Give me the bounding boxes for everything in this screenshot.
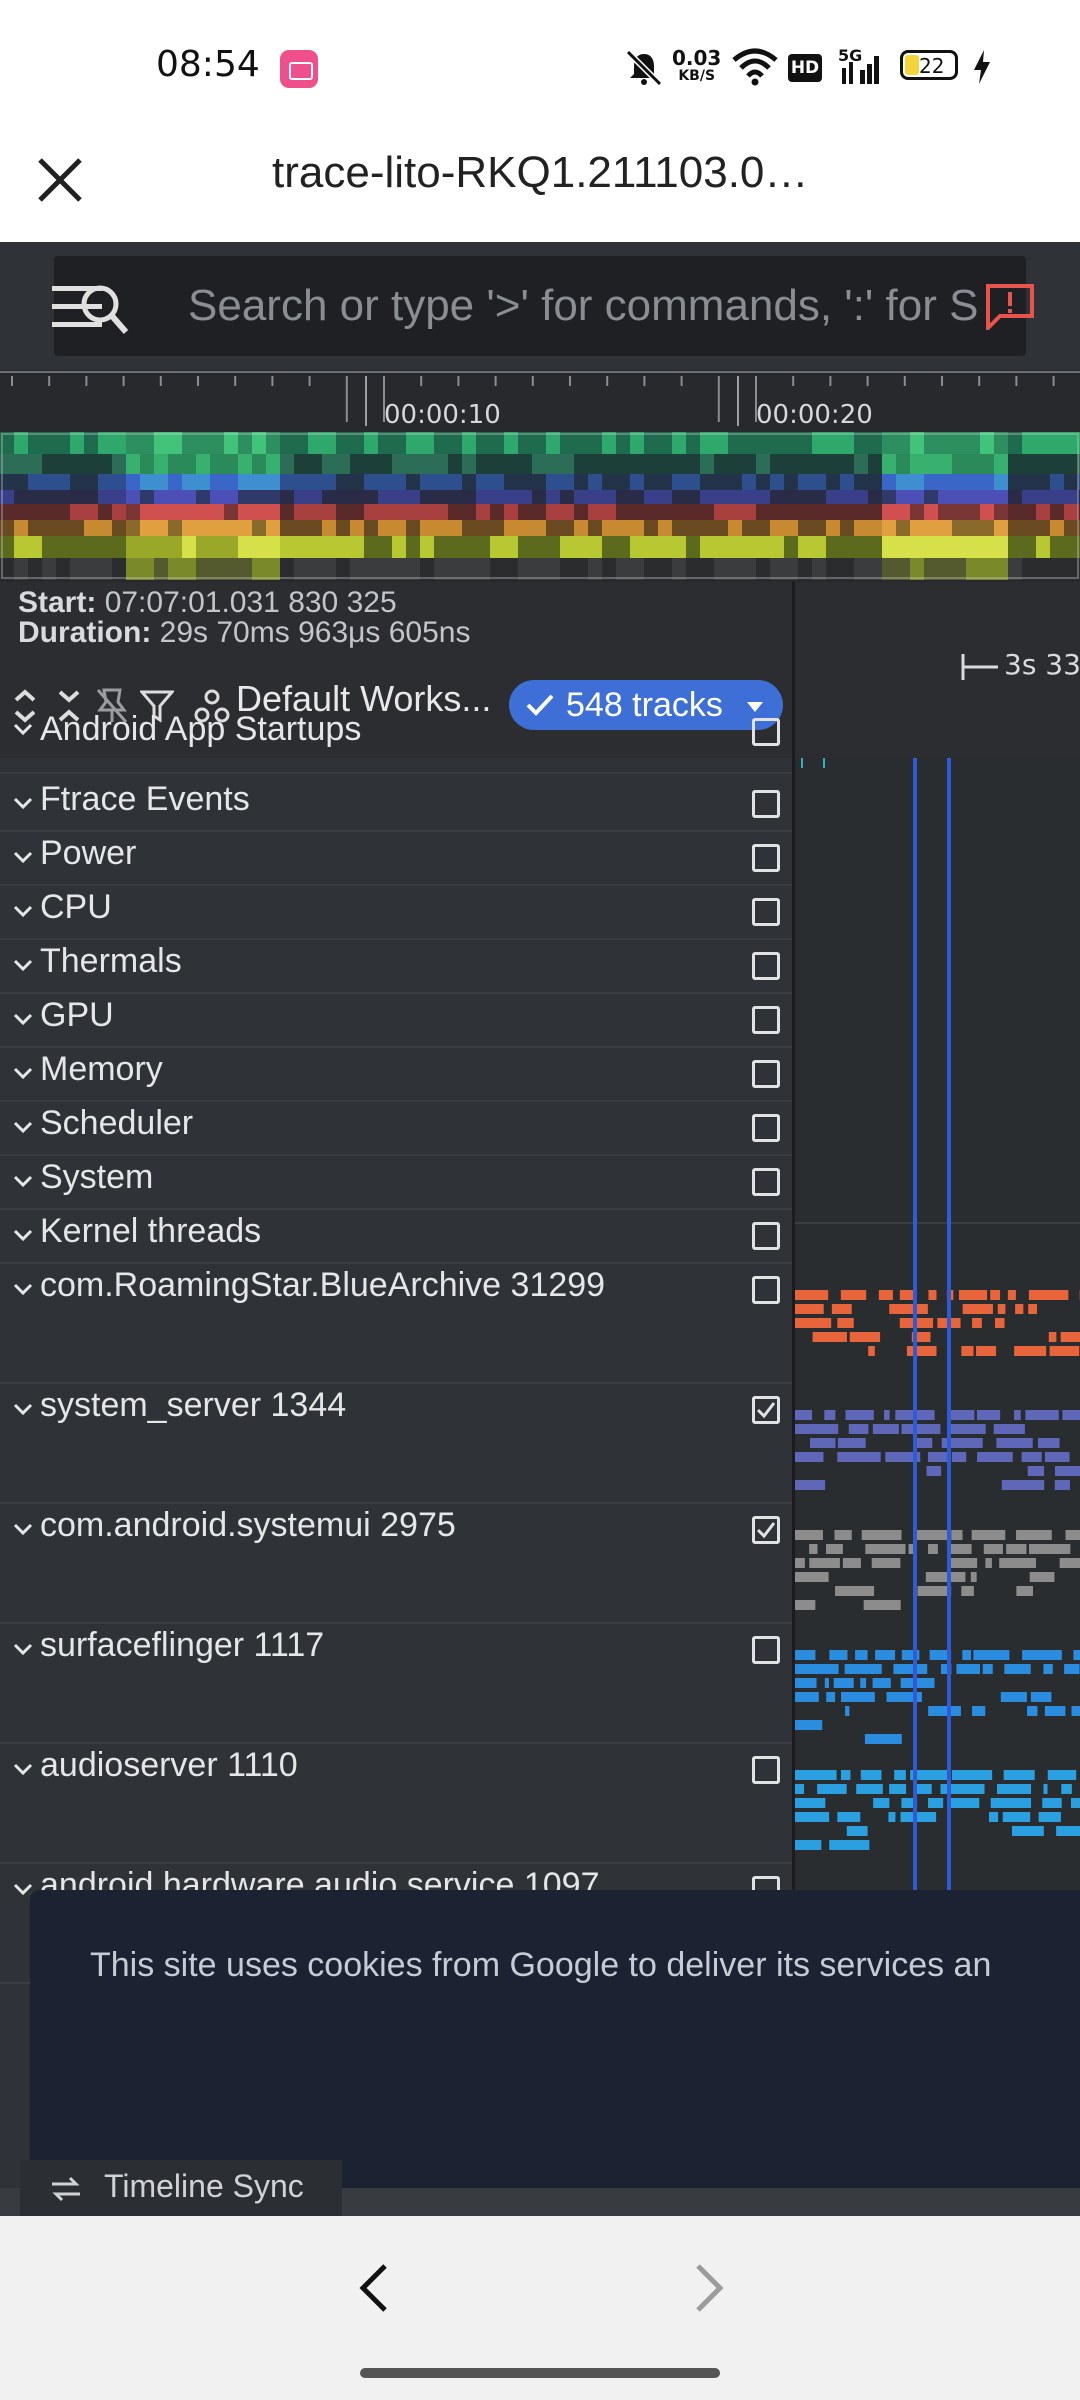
- time-scale-label: 3s 338: [1004, 648, 1080, 681]
- track-checkbox[interactable]: [752, 1396, 780, 1424]
- track-label: Thermals: [40, 942, 182, 980]
- cookie-banner: [30, 1890, 1080, 2188]
- track-row[interactable]: Android App Startups: [0, 710, 792, 774]
- forward-arrow-icon[interactable]: [678, 2258, 738, 2318]
- track-row[interactable]: Kernel threads: [0, 1208, 792, 1264]
- signal-icon: [842, 56, 879, 84]
- check-icon: [526, 694, 554, 716]
- track-checkbox[interactable]: [752, 1006, 780, 1034]
- timeline-sync-tab[interactable]: Timeline Sync: [20, 2160, 342, 2216]
- tick-label: 00:00:10: [384, 400, 501, 430]
- chevron-down-icon[interactable]: [12, 1758, 34, 1780]
- chevron-down-icon[interactable]: [12, 900, 34, 922]
- track-checkbox[interactable]: [752, 1114, 780, 1142]
- track-checkbox[interactable]: [752, 1516, 780, 1544]
- page-title: trace-lito-RKQ1.211103.0…: [272, 148, 809, 197]
- chevron-down-icon[interactable]: [12, 1398, 34, 1420]
- chevron-down-icon[interactable]: [12, 1116, 34, 1138]
- track-row[interactable]: System: [0, 1154, 792, 1210]
- feedback-alert-icon[interactable]: [984, 282, 1036, 330]
- cookie-text: This site uses cookies from Google to de…: [90, 1946, 992, 1984]
- status-time: 08:54: [156, 44, 260, 85]
- chevron-down-icon[interactable]: [12, 954, 34, 976]
- track-label: Scheduler: [40, 1104, 194, 1142]
- chevron-down-icon[interactable]: [12, 1170, 34, 1192]
- chevron-down-icon[interactable]: [12, 1278, 34, 1300]
- track-checkbox[interactable]: [752, 718, 780, 746]
- track-row[interactable]: GPU: [0, 992, 792, 1048]
- scale-bracket-icon: [961, 654, 998, 680]
- track-checkbox[interactable]: [752, 898, 780, 926]
- track-checkbox[interactable]: [752, 1276, 780, 1304]
- track-label: surfaceflinger 1117: [40, 1626, 325, 1664]
- cpu-overview-heatmap: [0, 432, 1080, 580]
- chevron-down-icon[interactable]: [12, 718, 34, 740]
- track-label: Android App Startups: [40, 710, 362, 748]
- track-row[interactable]: CPU: [0, 884, 792, 940]
- track-checkbox[interactable]: [752, 844, 780, 872]
- track-label: com.android.systemui 2975: [40, 1506, 456, 1544]
- search-input[interactable]: Search or type '>' for commands, ':' for…: [188, 256, 988, 356]
- track-row[interactable]: Power: [0, 830, 792, 886]
- home-indicator[interactable]: [360, 2368, 720, 2378]
- track-row[interactable]: Thermals: [0, 938, 792, 994]
- chevron-down-icon[interactable]: [12, 792, 34, 814]
- track-checkbox[interactable]: [752, 1222, 780, 1250]
- track-label: System: [40, 1158, 154, 1196]
- back-arrow-icon[interactable]: [345, 2258, 405, 2318]
- track-checkbox[interactable]: [752, 1060, 780, 1088]
- track-label: audioserver 1110: [40, 1746, 298, 1784]
- track-label: CPU: [40, 888, 112, 926]
- track-label: Kernel threads: [40, 1212, 262, 1250]
- track-label: Ftrace Events: [40, 780, 250, 818]
- charging-icon: [974, 50, 990, 84]
- track-row[interactable]: audioserver 1110: [0, 1742, 792, 1864]
- chevron-down-icon[interactable]: [12, 1518, 34, 1540]
- track-label: GPU: [40, 996, 114, 1034]
- track-label: Memory: [40, 1050, 163, 1088]
- sync-icon: [52, 2176, 80, 2202]
- hd-icon: HD: [788, 54, 822, 82]
- track-checkbox[interactable]: [752, 1168, 780, 1196]
- track-label: system_server 1344: [40, 1386, 347, 1424]
- battery-icon: 22: [900, 50, 958, 80]
- start-time: Start: 07:07:01.031 830 325: [18, 586, 397, 619]
- chevron-down-icon[interactable]: [12, 1008, 34, 1030]
- track-row[interactable]: Scheduler: [0, 1100, 792, 1156]
- track-row[interactable]: com.android.systemui 2975: [0, 1502, 792, 1624]
- track-row[interactable]: surfaceflinger 1117: [0, 1622, 792, 1744]
- track-label: com.RoamingStar.BlueArchive 31299: [40, 1266, 606, 1304]
- dropdown-arrow-icon: [747, 702, 763, 712]
- chevron-down-icon[interactable]: [12, 1062, 34, 1084]
- mute-bell-icon: [625, 49, 663, 87]
- track-label: Power: [40, 834, 137, 872]
- track-row[interactable]: Memory: [0, 1046, 792, 1102]
- track-row[interactable]: Ftrace Events: [0, 776, 792, 832]
- duration: Duration: 29s 70ms 963μs 605ns: [18, 616, 471, 649]
- hamburger-menu-icon[interactable]: [50, 280, 130, 336]
- track-row[interactable]: com.RoamingStar.BlueArchive 31299: [0, 1262, 792, 1384]
- tick-label: 00:00:20: [756, 400, 873, 430]
- close-icon[interactable]: [30, 150, 90, 210]
- track-checkbox[interactable]: [752, 952, 780, 980]
- net-speed: 0.03 KB/S: [672, 46, 722, 84]
- track-checkbox[interactable]: [752, 790, 780, 818]
- chevron-down-icon[interactable]: [12, 1224, 34, 1246]
- chevron-down-icon[interactable]: [12, 846, 34, 868]
- track-checkbox[interactable]: [752, 1756, 780, 1784]
- track-checkbox[interactable]: [752, 1636, 780, 1664]
- time-ruler: [0, 371, 1080, 426]
- app-notification-icon: [280, 50, 318, 88]
- wifi-icon: [732, 48, 778, 86]
- chevron-down-icon[interactable]: [12, 1638, 34, 1660]
- track-row[interactable]: system_server 1344: [0, 1382, 792, 1504]
